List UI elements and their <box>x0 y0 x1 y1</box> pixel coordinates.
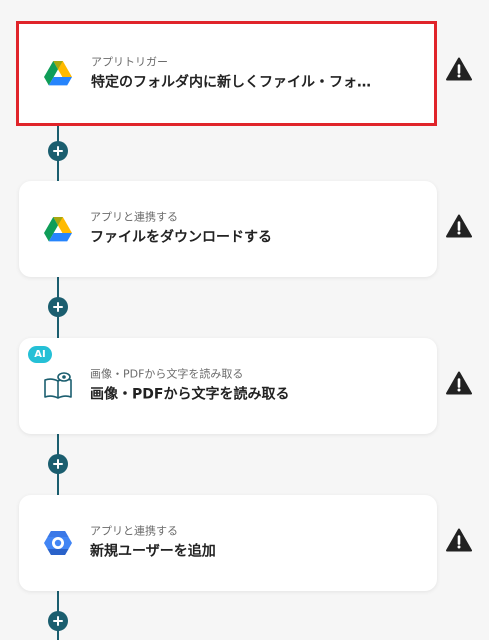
flow-canvas: アプリトリガー 特定のフォルダ内に新しくファイル・フォ… アプリと連携する ファ… <box>0 0 489 640</box>
warning-icon[interactable] <box>446 214 472 238</box>
step-text: 画像・PDFから文字を読み取る 画像・PDFから文字を読み取る <box>90 368 421 405</box>
add-step-button[interactable] <box>48 454 68 474</box>
warning-icon[interactable] <box>446 528 472 552</box>
plus-icon <box>53 616 63 626</box>
step-type-label: アプリと連携する <box>90 210 178 224</box>
step-title: 新規ユーザーを追加 <box>90 543 216 560</box>
ocr-book-icon <box>43 371 73 401</box>
flow-step-card-add-user[interactable]: アプリと連携する 新規ユーザーを追加 <box>19 495 437 591</box>
google-workspace-icon <box>43 528 73 558</box>
flow-step-card-ocr[interactable]: 画像・PDFから文字を読み取る 画像・PDFから文字を読み取る <box>19 338 437 434</box>
google-drive-icon <box>43 214 73 244</box>
step-text: アプリと連携する 新規ユーザーを追加 <box>90 525 421 562</box>
step-type-label: アプリと連携する <box>90 524 178 538</box>
warning-icon[interactable] <box>446 57 472 81</box>
add-step-button[interactable] <box>48 297 68 317</box>
plus-icon <box>53 302 63 312</box>
plus-icon <box>53 459 63 469</box>
add-step-button[interactable] <box>48 611 68 631</box>
google-drive-icon <box>43 59 73 89</box>
add-step-button[interactable] <box>48 141 68 161</box>
step-text: アプリと連携する ファイルをダウンロードする <box>90 211 421 248</box>
step-type-label: アプリトリガー <box>91 55 168 68</box>
step-type-label: 画像・PDFから文字を読み取る <box>90 367 244 381</box>
step-title: ファイルをダウンロードする <box>90 229 272 246</box>
plus-icon <box>53 146 63 156</box>
flow-step-card-trigger[interactable]: アプリトリガー 特定のフォルダ内に新しくファイル・フォ… <box>16 21 437 126</box>
step-title: 画像・PDFから文字を読み取る <box>90 386 290 403</box>
ai-badge: AI <box>28 346 52 363</box>
step-title: 特定のフォルダ内に新しくファイル・フォ… <box>91 74 371 90</box>
flow-step-card-download[interactable]: アプリと連携する ファイルをダウンロードする <box>19 181 437 277</box>
step-text: アプリトリガー 特定のフォルダ内に新しくファイル・フォ… <box>91 55 418 92</box>
warning-icon[interactable] <box>446 371 472 395</box>
